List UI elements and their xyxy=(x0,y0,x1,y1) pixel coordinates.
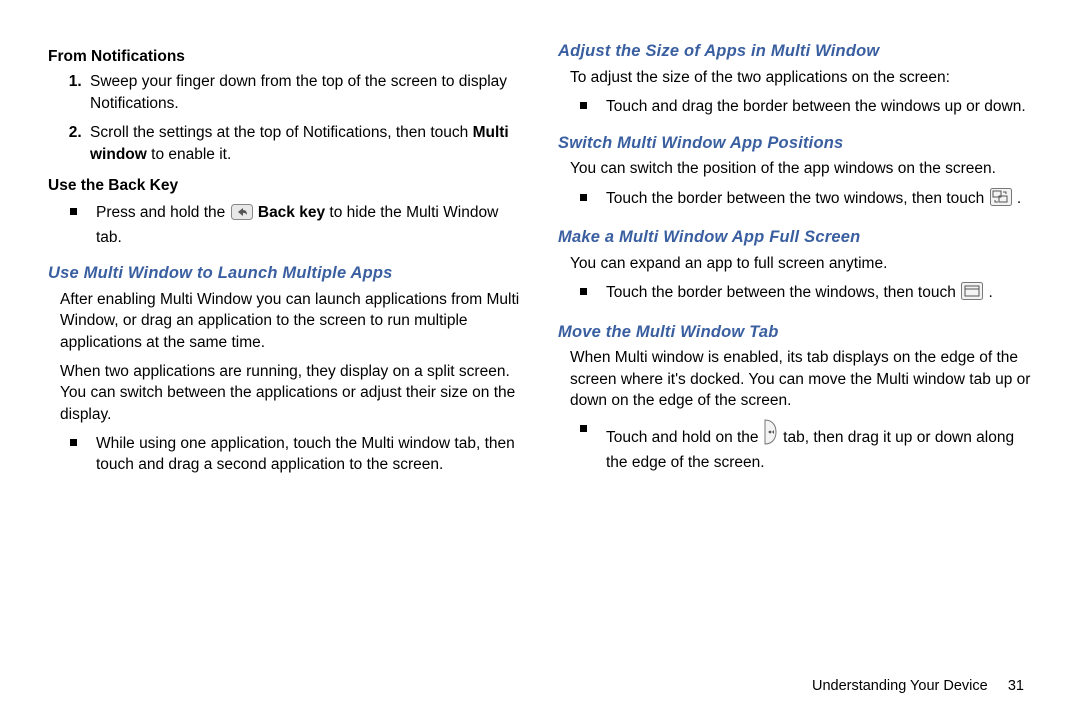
list-item: Touch the border between the two windows… xyxy=(596,188,1032,212)
bullet-text-lead: Touch the border between the two windows… xyxy=(606,190,989,207)
switch-bullets: Touch the border between the two windows… xyxy=(558,188,1032,212)
heading-adjust-size: Adjust the Size of Apps in Multi Window xyxy=(558,40,1032,63)
back-key-bullets: Press and hold the Back key to hide the … xyxy=(48,202,522,248)
heading-launch-multiple-apps: Use Multi Window to Launch Multiple Apps xyxy=(48,262,522,285)
launch-paragraph-1: After enabling Multi Window you can laun… xyxy=(60,289,522,353)
list-item: Touch and drag the border between the wi… xyxy=(596,96,1032,117)
full-bullets: Touch the border between the windows, th… xyxy=(558,282,1032,306)
bullet-text-tail: . xyxy=(1013,190,1022,207)
step-text-tail: to enable it. xyxy=(147,146,231,163)
list-item: Scroll the settings at the top of Notifi… xyxy=(86,122,522,165)
list-item: Sweep your finger down from the top of t… xyxy=(86,71,522,114)
heading-from-notifications: From Notifications xyxy=(48,46,522,67)
list-item: While using one application, touch the M… xyxy=(86,433,522,476)
bullet-text: Touch and drag the border between the wi… xyxy=(606,98,1026,115)
bullet-text-lead: Touch and hold on the xyxy=(606,429,763,446)
step-text: Scroll the settings at the top of Notifi… xyxy=(90,124,473,141)
adjust-paragraph: To adjust the size of the two applicatio… xyxy=(570,67,1032,88)
move-bullets: Touch and hold on the tab, then drag it … xyxy=(558,419,1032,473)
switch-paragraph: You can switch the position of the app w… xyxy=(570,158,1032,179)
full-paragraph: You can expand an app to full screen any… xyxy=(570,253,1032,274)
heading-full-screen: Make a Multi Window App Full Screen xyxy=(558,226,1032,249)
bullet-text-lead: Press and hold the xyxy=(96,204,230,221)
step-text: Sweep your finger down from the top of t… xyxy=(90,73,507,111)
notification-steps: Sweep your finger down from the top of t… xyxy=(48,71,522,165)
back-key-bold: Back key xyxy=(254,204,326,221)
fullscreen-icon xyxy=(961,282,983,306)
swap-windows-icon xyxy=(990,188,1012,212)
bullet-text-tail: . xyxy=(984,284,993,301)
footer-section: Understanding Your Device xyxy=(812,678,988,694)
heading-use-back-key: Use the Back Key xyxy=(48,175,522,196)
footer-page-number: 31 xyxy=(1008,678,1024,694)
launch-paragraph-2: When two applications are running, they … xyxy=(60,361,522,425)
adjust-bullets: Touch and drag the border between the wi… xyxy=(558,96,1032,117)
bullet-text: While using one application, touch the M… xyxy=(96,435,515,473)
left-column: From Notifications Sweep your finger dow… xyxy=(48,40,522,690)
right-column: Adjust the Size of Apps in Multi Window … xyxy=(558,40,1032,690)
list-item: Touch and hold on the tab, then drag it … xyxy=(596,419,1032,473)
list-item: Press and hold the Back key to hide the … xyxy=(86,202,522,248)
bullet-text-lead: Touch the border between the windows, th… xyxy=(606,284,960,301)
launch-bullets: While using one application, touch the M… xyxy=(48,433,522,476)
manual-page: From Notifications Sweep your finger dow… xyxy=(0,0,1080,720)
tab-handle-icon xyxy=(764,419,778,451)
heading-switch-positions: Switch Multi Window App Positions xyxy=(558,132,1032,155)
heading-move-tab: Move the Multi Window Tab xyxy=(558,321,1032,344)
move-paragraph: When Multi window is enabled, its tab di… xyxy=(570,347,1032,411)
list-item: Touch the border between the windows, th… xyxy=(596,282,1032,306)
page-footer: Understanding Your Device 31 xyxy=(812,678,1024,694)
back-key-icon xyxy=(231,204,253,226)
